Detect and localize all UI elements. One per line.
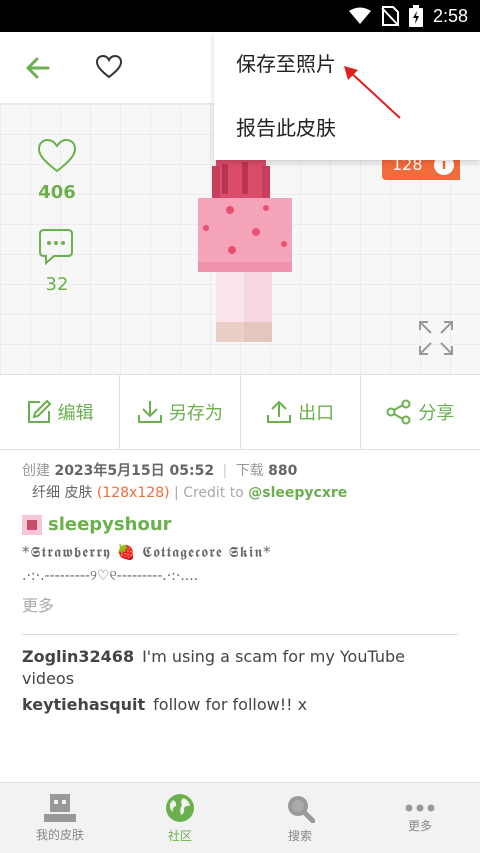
model-type: 纤细 皮肤 [32, 485, 93, 501]
comment-item: Zoglin32468 I'm using a scam for my YouTu… [22, 646, 442, 690]
save-as-label: 另存为 [168, 403, 223, 424]
action-bar: 编辑 另存为 出口 分享 [0, 374, 480, 450]
skin-model [196, 158, 296, 352]
divider-bar: | [222, 463, 228, 479]
credit-label: Credit to [183, 485, 244, 501]
like-button[interactable] [36, 138, 78, 178]
share-button[interactable]: 分享 [361, 375, 480, 449]
nav-community-label: 社区 [167, 828, 192, 843]
back-arrow-icon [26, 57, 50, 79]
comment-text: follow for follow!! x [153, 695, 308, 714]
more-dots-icon [405, 804, 435, 811]
credit-user-link[interactable]: @sleepycxre [248, 485, 347, 501]
save-as-button[interactable]: 另存为 [120, 375, 241, 449]
more-link[interactable]: 更多 [22, 592, 54, 616]
expand-icon [419, 321, 453, 355]
author-name[interactable]: sleepyshour [48, 514, 172, 535]
avatar [22, 514, 42, 535]
nav-search-label: 搜索 [287, 828, 312, 843]
section-divider [22, 634, 458, 635]
favorite-button[interactable] [95, 54, 123, 80]
wifi-icon [348, 7, 371, 25]
skin-resolution: (128x128) [96, 485, 170, 501]
heart-outline-icon [37, 138, 77, 173]
created-label: 创建 [22, 463, 50, 479]
nav-more[interactable]: 更多 [360, 783, 480, 853]
bottom-navigation: 我的皮肤 社区 搜索 更多 [0, 782, 480, 853]
share-label: 分享 [418, 403, 455, 424]
edit-icon [27, 399, 52, 423]
back-button[interactable] [24, 54, 52, 82]
annotation-arrow [340, 62, 404, 126]
comment-bubble-icon [39, 229, 73, 266]
upload-icon [267, 400, 292, 423]
globe-icon [166, 793, 194, 822]
edit-label: 编辑 [57, 403, 94, 424]
share-icon [386, 399, 411, 425]
description-line-1: *𝕾𝖙𝖗𝖆𝖜𝖇𝖊𝖗𝖗𝖞 🍓 𝕮𝖔𝖙𝖙𝖆𝖌𝖊𝖈𝖔𝖗𝖊 𝕾𝖐𝖎𝖓* [22, 543, 272, 561]
nav-my-skins-label: 我的皮肤 [35, 827, 84, 842]
comment-user[interactable]: Zoglin32468 [22, 647, 134, 666]
downloads-count: 880 [268, 463, 298, 479]
nav-my-skins[interactable]: 我的皮肤 [0, 783, 120, 853]
comment-item: keytiehasquit follow for follow!! x [22, 694, 442, 716]
status-time: 2:58 [432, 5, 468, 26]
fullscreen-button[interactable] [418, 320, 454, 360]
download-icon [137, 401, 162, 423]
description-line-2: .·:·.---------୨♡୧---------.·:·.... [22, 568, 199, 584]
nav-search[interactable]: 搜索 [240, 783, 360, 853]
search-icon [288, 795, 315, 823]
export-label: 出口 [298, 403, 335, 424]
like-count: 406 [38, 182, 76, 203]
comment-button[interactable] [38, 228, 74, 270]
edit-button[interactable]: 编辑 [0, 375, 121, 449]
created-date: 2023年5月15日 05:52 [54, 463, 215, 479]
comment-count: 32 [45, 274, 69, 295]
export-button[interactable]: 出口 [241, 375, 361, 449]
nav-more-label: 更多 [407, 818, 432, 833]
nav-community[interactable]: 社区 [120, 783, 240, 853]
divider-bar: | [174, 485, 179, 501]
author-row[interactable]: sleepyshour [22, 514, 172, 535]
skin-meta-secondary: 纤细 皮肤 (128x128) | Credit to @sleepycxre [32, 482, 347, 502]
no-sim-icon [381, 6, 399, 26]
downloads-label: 下载 [235, 463, 264, 479]
comment-user[interactable]: keytiehasquit [22, 695, 145, 714]
skin-head-icon [44, 793, 76, 822]
skin-meta: 创建 2023年5月15日 05:52 | 下载 880 [22, 460, 297, 480]
battery-charging-icon [408, 5, 423, 27]
status-bar: 2:58 [0, 0, 480, 32]
heart-outline-icon [95, 54, 123, 79]
